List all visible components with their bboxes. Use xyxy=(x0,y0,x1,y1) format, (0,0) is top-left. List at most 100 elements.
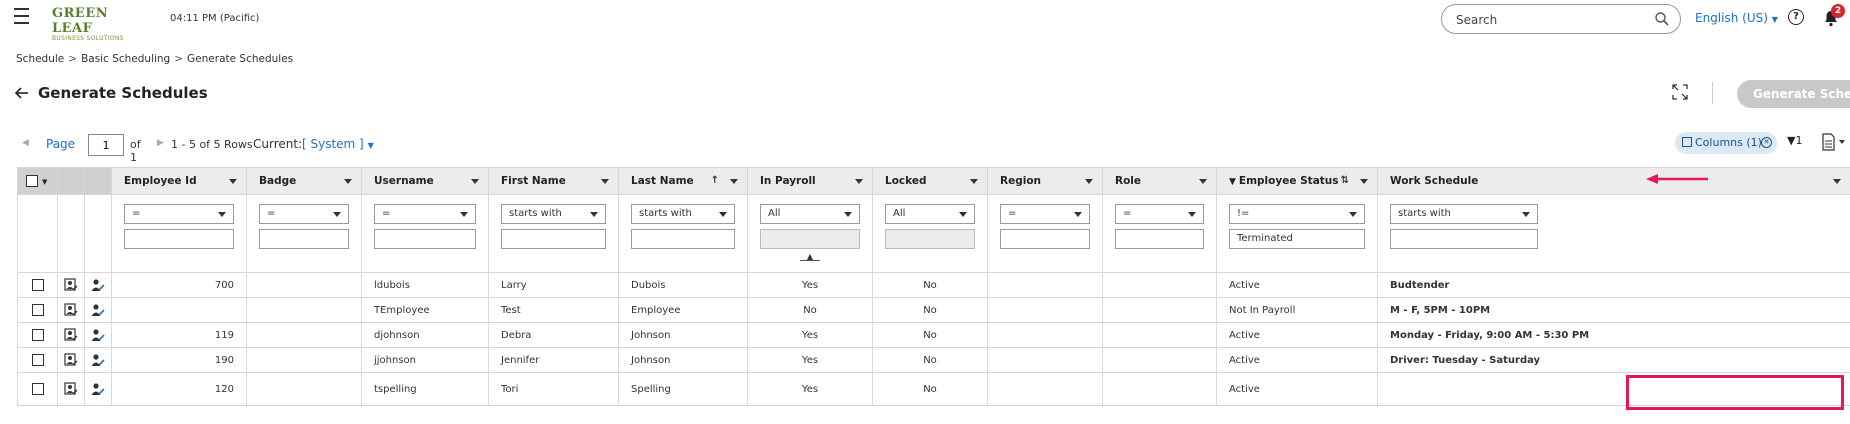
column-menu-icon[interactable] xyxy=(1833,179,1841,184)
filter-operator-select[interactable]: starts with xyxy=(501,204,606,224)
help-icon[interactable]: ? xyxy=(1788,9,1804,25)
filter-operator-select[interactable]: != xyxy=(1229,204,1365,224)
filter-indicator[interactable]: ▼1 xyxy=(1787,134,1802,147)
search-icon[interactable] xyxy=(1654,11,1670,27)
row-checkbox[interactable] xyxy=(31,383,44,395)
column-header-region[interactable]: Region xyxy=(987,167,1103,195)
edit-schedule-icon[interactable] xyxy=(64,303,78,317)
table-row[interactable]: TEmployee Test Employee No No Not In Payroll M… xyxy=(17,297,1850,323)
filter-operator-select[interactable]: = xyxy=(374,204,476,224)
filter-input[interactable] xyxy=(501,229,606,249)
row-select-cell[interactable] xyxy=(17,297,58,323)
page-number-input[interactable] xyxy=(88,134,124,156)
column-header-work-schedule[interactable]: Work Schedule xyxy=(1377,167,1850,195)
table-row[interactable]: 190 jjohnson Jennifer Johnson Yes No Active Dri… xyxy=(17,347,1850,373)
columns-button[interactable]: Columns (1) ✕ xyxy=(1675,132,1777,154)
search-box[interactable] xyxy=(1441,4,1681,34)
breadcrumb-item-basic-scheduling[interactable]: Basic Scheduling xyxy=(81,53,170,65)
clear-columns-icon[interactable]: ✕ xyxy=(1761,137,1772,148)
user-edit-icon[interactable] xyxy=(91,328,105,342)
user-edit-icon[interactable] xyxy=(91,382,105,396)
row-select-cell[interactable] xyxy=(17,347,58,373)
filter-operator-select[interactable]: = xyxy=(1115,204,1204,224)
column-header-employee-id[interactable]: Employee Id xyxy=(111,167,247,195)
table-row[interactable]: 700 ldubois Larry Dubois Yes No Active Budtende… xyxy=(17,272,1850,298)
column-menu-icon[interactable] xyxy=(970,179,978,184)
cell-work-schedule[interactable]: M - F, 5PM - 10PM xyxy=(1377,297,1850,323)
next-page-icon[interactable]: ▶ xyxy=(157,138,164,148)
filter-operator-select[interactable]: = xyxy=(259,204,349,224)
row-checkbox[interactable] xyxy=(31,279,44,291)
column-menu-icon[interactable] xyxy=(601,179,609,184)
filter-operator-select[interactable]: = xyxy=(124,204,234,224)
column-header-username[interactable]: Username xyxy=(361,167,489,195)
row-checkbox[interactable] xyxy=(31,354,44,366)
chevron-down-icon[interactable]: ▼ xyxy=(42,178,47,186)
column-header-last-name[interactable]: Last Name ↑ xyxy=(618,167,748,195)
column-header-role[interactable]: Role xyxy=(1102,167,1217,195)
cell-work-schedule[interactable]: Monday - Friday, 9:00 AM - 5:30 PM xyxy=(1377,322,1850,348)
row-select-cell[interactable] xyxy=(17,322,58,348)
column-menu-icon[interactable] xyxy=(229,179,237,184)
expand-icon[interactable] xyxy=(1672,84,1688,100)
user-edit-icon[interactable] xyxy=(91,303,105,317)
row-user-cell[interactable] xyxy=(84,297,112,323)
select-all-checkbox[interactable] xyxy=(26,175,38,187)
row-select-cell[interactable] xyxy=(17,372,58,406)
filter-input[interactable] xyxy=(1390,229,1538,249)
row-user-cell[interactable] xyxy=(84,347,112,373)
row-user-cell[interactable] xyxy=(84,322,112,348)
column-menu-icon[interactable] xyxy=(471,179,479,184)
back-arrow-icon[interactable] xyxy=(14,85,30,101)
edit-schedule-icon[interactable] xyxy=(64,382,78,396)
generate-schedules-button[interactable]: Generate Schedul xyxy=(1737,80,1850,108)
row-select-cell[interactable] xyxy=(17,272,58,298)
column-menu-icon[interactable] xyxy=(1199,179,1207,184)
user-edit-icon[interactable] xyxy=(91,353,105,367)
language-dropdown[interactable]: English (US) ▼ xyxy=(1695,11,1778,25)
user-edit-icon[interactable] xyxy=(91,278,105,292)
filter-operator-select[interactable]: All xyxy=(760,204,860,224)
filter-input[interactable]: Terminated xyxy=(1229,229,1365,249)
table-row[interactable]: 120 tspelling Tori Spelling Yes No Active xyxy=(17,372,1850,406)
column-menu-icon[interactable] xyxy=(1360,179,1368,184)
row-edit-cell[interactable] xyxy=(57,297,85,323)
cell-work-schedule[interactable]: Budtender xyxy=(1377,272,1850,298)
filter-operator-select[interactable]: = xyxy=(1000,204,1090,224)
prev-page-icon[interactable]: ◀ xyxy=(22,138,29,148)
menu-icon[interactable] xyxy=(14,8,34,26)
filter-input[interactable] xyxy=(124,229,234,249)
edit-schedule-icon[interactable] xyxy=(64,278,78,292)
row-checkbox[interactable] xyxy=(31,329,44,341)
row-checkbox[interactable] xyxy=(31,304,44,316)
filter-input[interactable] xyxy=(631,229,735,249)
export-document-icon[interactable] xyxy=(1820,133,1848,151)
filter-operator-select[interactable]: starts with xyxy=(631,204,735,224)
column-menu-icon[interactable] xyxy=(730,179,738,184)
column-menu-icon[interactable] xyxy=(855,179,863,184)
row-user-cell[interactable] xyxy=(84,272,112,298)
column-menu-icon[interactable] xyxy=(1085,179,1093,184)
column-header-badge[interactable]: Badge xyxy=(246,167,362,195)
filter-input[interactable] xyxy=(1115,229,1204,249)
sort-icon[interactable]: ⇅ xyxy=(1341,175,1349,186)
table-row[interactable]: 119 djohnson Debra Johnson Yes No Active Monday… xyxy=(17,322,1850,348)
filter-input[interactable] xyxy=(1000,229,1090,249)
collapse-filter-icon[interactable]: ▲ xyxy=(800,253,820,261)
row-edit-cell[interactable] xyxy=(57,272,85,298)
filter-operator-select[interactable]: starts with xyxy=(1390,204,1538,224)
current-view-dropdown[interactable]: [ System ] ▼ xyxy=(302,137,374,151)
edit-schedule-icon[interactable] xyxy=(64,328,78,342)
row-edit-cell[interactable] xyxy=(57,347,85,373)
filter-operator-select[interactable]: All xyxy=(885,204,975,224)
edit-schedule-icon[interactable] xyxy=(64,353,78,367)
filter-input[interactable] xyxy=(259,229,349,249)
search-input[interactable] xyxy=(1454,12,1644,28)
column-header-employee-status[interactable]: ▼ Employee Status ⇅ xyxy=(1216,167,1378,195)
row-edit-cell[interactable] xyxy=(57,322,85,348)
sort-ascending-icon[interactable]: ↑ xyxy=(711,175,719,186)
column-header-first-name[interactable]: First Name xyxy=(488,167,619,195)
row-user-cell[interactable] xyxy=(84,372,112,406)
filter-input[interactable] xyxy=(374,229,476,249)
select-all-header[interactable]: ▼ xyxy=(17,167,58,195)
